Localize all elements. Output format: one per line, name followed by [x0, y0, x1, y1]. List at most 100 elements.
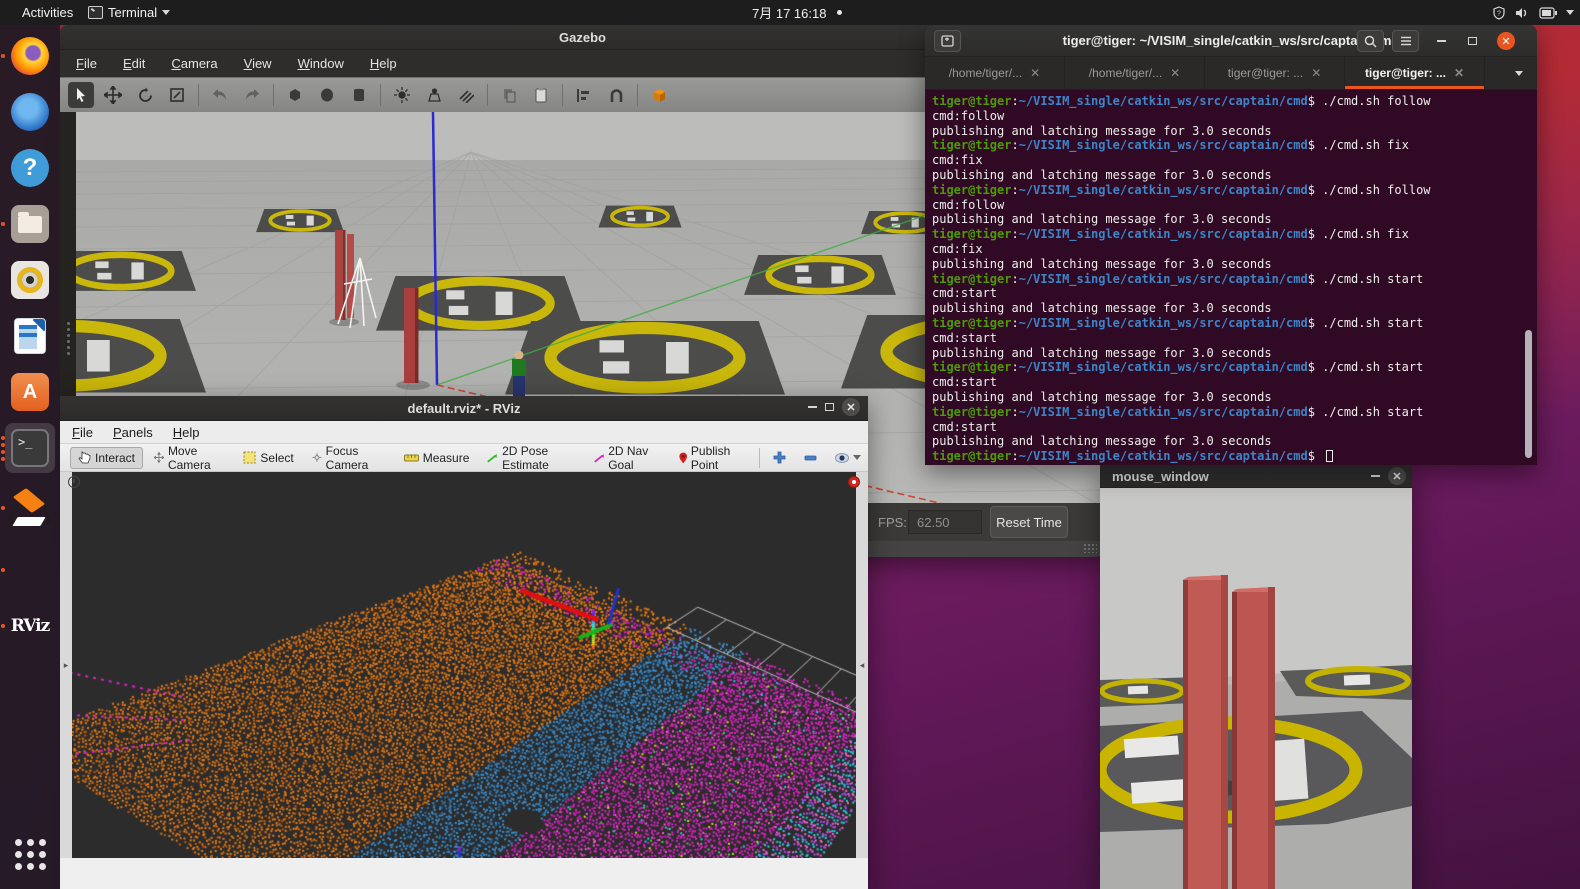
- insert-cylinder-tool[interactable]: [346, 82, 372, 108]
- close-icon[interactable]: ✕: [1388, 467, 1406, 485]
- tool-properties-button[interactable]: [828, 450, 868, 466]
- close-panel-button[interactable]: [848, 476, 860, 488]
- notification-dot: [837, 10, 842, 15]
- directional-light-tool[interactable]: [453, 82, 479, 108]
- close-tab-icon[interactable]: ✕: [1454, 66, 1464, 80]
- gazebo-menu-camera[interactable]: Camera: [171, 56, 217, 71]
- close-tab-icon[interactable]: ✕: [1170, 66, 1180, 80]
- dock-rviz[interactable]: RViz: [5, 601, 55, 651]
- dock-thunderbird[interactable]: [5, 87, 55, 137]
- terminal-line: cmd:start: [932, 331, 1537, 346]
- right-panel-toggle[interactable]: ◂: [856, 472, 868, 858]
- tab-2[interactable]: /home/tiger/...✕: [1065, 57, 1205, 89]
- mouse-window-titlebar[interactable]: mouse_window ✕: [1100, 465, 1412, 488]
- dock-libreoffice-writer[interactable]: [5, 311, 55, 361]
- spot-light-tool[interactable]: [421, 82, 447, 108]
- copy-button[interactable]: [496, 82, 522, 108]
- libreoffice-writer-icon: [14, 318, 46, 354]
- publish-point-tool[interactable]: Publish Point: [672, 441, 752, 475]
- gazebo-menu-edit[interactable]: Edit: [123, 56, 145, 71]
- redo-button[interactable]: [239, 82, 265, 108]
- rviz-titlebar[interactable]: default.rviz* - RViz ✕: [60, 396, 868, 421]
- nav-goal-tool[interactable]: 2D Nav Goal: [587, 441, 668, 475]
- add-tool-button[interactable]: [766, 448, 793, 467]
- select-tool[interactable]: [68, 82, 94, 108]
- menu-button[interactable]: [1392, 30, 1419, 52]
- close-tab-icon[interactable]: ✕: [1311, 66, 1321, 80]
- thunderbird-icon: [11, 93, 49, 131]
- minimize-icon[interactable]: [1437, 40, 1446, 42]
- resize-grip[interactable]: [1083, 543, 1097, 553]
- remove-tool-button[interactable]: [797, 452, 824, 464]
- camera-scene: [1100, 488, 1412, 889]
- insert-sphere-tool[interactable]: [314, 82, 340, 108]
- rviz-menu-help[interactable]: Help: [173, 425, 200, 440]
- measure-tool[interactable]: Measure: [397, 448, 477, 468]
- maximize-icon[interactable]: [1468, 37, 1477, 45]
- maximize-icon[interactable]: [825, 403, 834, 411]
- close-icon[interactable]: ✕: [1497, 32, 1515, 50]
- camera-view[interactable]: [1100, 488, 1412, 889]
- desktop: { "topbar": { "activities_label": "Activ…: [0, 0, 1580, 889]
- close-tab-icon[interactable]: ✕: [1030, 66, 1040, 80]
- close-icon[interactable]: ✕: [842, 398, 860, 416]
- move-camera-tool[interactable]: Move Camera: [147, 441, 232, 475]
- gazebo-menu-view[interactable]: View: [244, 56, 272, 71]
- system-tray[interactable]: ?: [1492, 0, 1574, 25]
- gazebo-menu-help[interactable]: Help: [370, 56, 397, 71]
- insert-box-tool[interactable]: [282, 82, 308, 108]
- dock-rhythmbox[interactable]: [5, 255, 55, 305]
- point-light-tool[interactable]: [389, 82, 415, 108]
- terminal-line: tiger@tiger:~/VISIM_single/catkin_ws/src…: [932, 405, 1537, 420]
- pose-estimate-tool[interactable]: 2D Pose Estimate: [480, 441, 582, 475]
- dock-firefox[interactable]: [5, 31, 55, 81]
- scale-tool[interactable]: [164, 82, 190, 108]
- clock-menu[interactable]: 7月 17 16:18: [752, 0, 842, 25]
- firefox-icon: [11, 37, 49, 75]
- chevron-down-icon: [162, 10, 170, 15]
- building-editor-tool[interactable]: [646, 82, 672, 108]
- search-button[interactable]: [1357, 30, 1384, 52]
- rviz-menu-file[interactable]: File: [72, 425, 93, 440]
- terminal-window: tiger@tiger: ~/VISIM_single/catkin_ws/sr…: [925, 25, 1537, 465]
- snap-tool[interactable]: [603, 82, 629, 108]
- top-bar: Activities Terminal 7月 17 16:18 ?: [0, 0, 1580, 25]
- minimize-icon[interactable]: [1371, 475, 1380, 477]
- svg-text:?: ?: [1497, 10, 1501, 17]
- dock-ubuntu-software[interactable]: A: [5, 367, 55, 417]
- reset-time-button[interactable]: Reset Time: [990, 506, 1068, 538]
- scrollbar-thumb[interactable]: [1525, 330, 1532, 458]
- gazebo-menu-file[interactable]: File: [76, 56, 97, 71]
- rotate-tool[interactable]: [132, 82, 158, 108]
- terminal-output[interactable]: tiger@tiger:~/VISIM_single/catkin_ws/src…: [925, 90, 1537, 465]
- interact-tool[interactable]: Interact: [70, 447, 143, 469]
- dock-unknown-app[interactable]: [5, 545, 55, 595]
- undo-button[interactable]: [207, 82, 233, 108]
- select-tool[interactable]: Select: [236, 448, 300, 468]
- gazebo-menu-window[interactable]: Window: [298, 56, 344, 71]
- align-tool[interactable]: [571, 82, 597, 108]
- rviz-3d-viewport[interactable]: [72, 472, 856, 858]
- activities-button[interactable]: Activities: [16, 0, 79, 25]
- pointcloud-canvas: [72, 472, 856, 858]
- rviz-menu-panels[interactable]: Panels: [113, 425, 153, 440]
- app-menu[interactable]: Terminal: [82, 0, 176, 25]
- left-panel-toggle[interactable]: ▸: [60, 472, 72, 858]
- dock-gazebo[interactable]: [5, 483, 55, 533]
- paste-button[interactable]: [528, 82, 554, 108]
- mouse-window: mouse_window ✕: [1100, 465, 1412, 889]
- minimize-icon[interactable]: [808, 406, 817, 408]
- tab-list-dropdown[interactable]: [1515, 71, 1523, 76]
- translate-tool[interactable]: [100, 82, 126, 108]
- terminal-titlebar[interactable]: tiger@tiger: ~/VISIM_single/catkin_ws/sr…: [925, 25, 1537, 57]
- dock-help[interactable]: ?: [5, 143, 55, 193]
- tab-1[interactable]: /home/tiger/...✕: [925, 57, 1065, 89]
- terminal-line: tiger@tiger:~/VISIM_single/catkin_ws/src…: [932, 360, 1537, 375]
- focus-camera-tool[interactable]: Focus Camera: [305, 441, 393, 475]
- dock-terminal[interactable]: >_: [5, 423, 55, 473]
- dock-files[interactable]: [5, 199, 55, 249]
- show-applications-button[interactable]: [5, 829, 55, 879]
- tab-4-active[interactable]: tiger@tiger: ...✕: [1345, 57, 1485, 89]
- tab-3[interactable]: tiger@tiger: ...✕: [1205, 57, 1345, 89]
- terminal-line: tiger@tiger:~/VISIM_single/catkin_ws/src…: [932, 227, 1537, 242]
